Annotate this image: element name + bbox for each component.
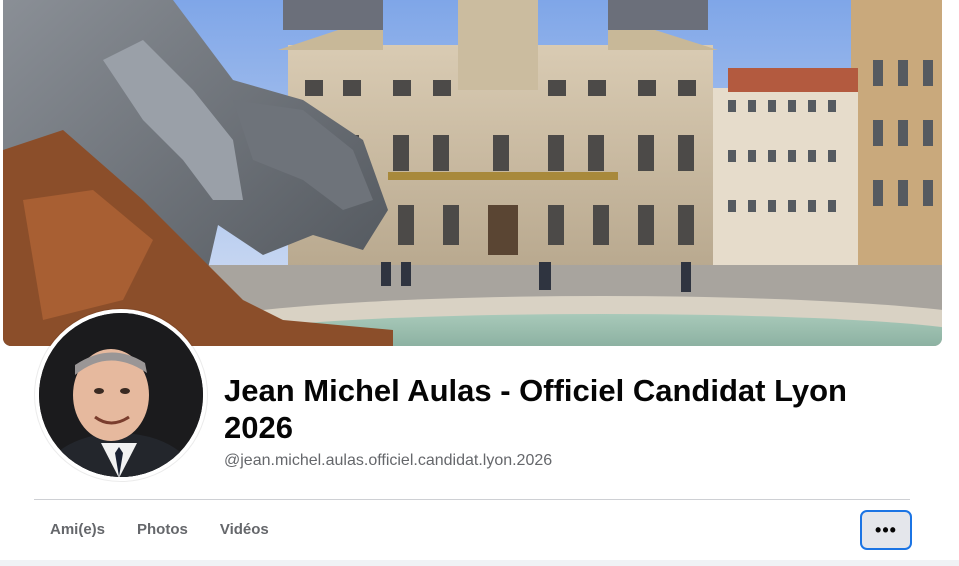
tab-photos[interactable]: Photos	[121, 508, 204, 552]
divider	[34, 499, 910, 500]
tab-videos[interactable]: Vidéos	[204, 508, 285, 552]
more-horizontal-icon: •••	[875, 520, 897, 540]
profile-photo	[39, 313, 203, 477]
profile-avatar[interactable]	[35, 309, 207, 481]
page-background	[0, 560, 959, 566]
page-title: Jean Michel Aulas - Officiel Candidat Ly…	[224, 373, 847, 445]
tab-friends[interactable]: Ami(e)s	[34, 508, 121, 552]
profile-tabs: Ami(e)s Photos Vidéos	[34, 508, 285, 552]
profile-handle: @jean.michel.aulas.officiel.candidat.lyo…	[224, 452, 553, 469]
more-options-button[interactable]: •••	[860, 510, 912, 550]
cover-photo[interactable]	[3, 0, 942, 346]
